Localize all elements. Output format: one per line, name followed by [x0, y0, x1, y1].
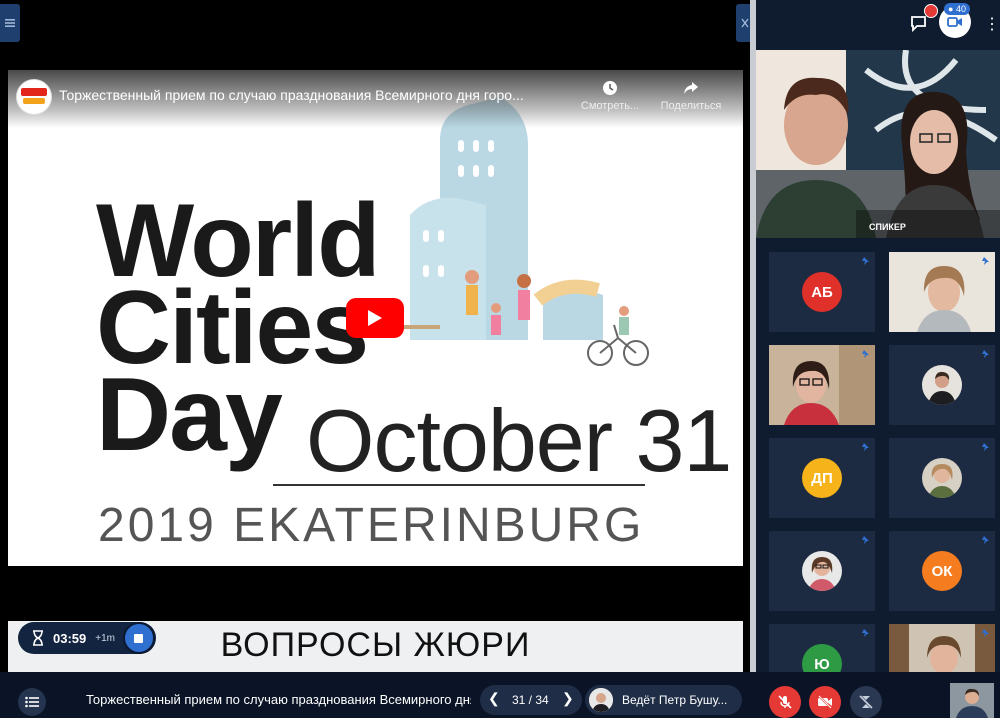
hamburger-icon: [5, 19, 15, 27]
pin-icon[interactable]: [861, 628, 871, 638]
participant-avatar: [922, 458, 962, 498]
camera-icon: [947, 17, 962, 27]
participant-tile[interactable]: Ю: [769, 624, 875, 672]
share-button[interactable]: Поделиться: [655, 80, 727, 112]
notification-dot: [924, 4, 938, 18]
hourglass-icon: [33, 630, 43, 646]
city-illustration: [400, 97, 649, 366]
participant-avatar: Ю: [802, 644, 842, 672]
participants-count: 40: [955, 4, 966, 14]
participant-tile[interactable]: [769, 531, 875, 611]
participant-tile[interactable]: [889, 438, 995, 518]
participant-avatar: [802, 551, 842, 591]
avatar-photo: [589, 688, 613, 712]
play-button[interactable]: [346, 298, 404, 338]
participant-avatar: ДП: [802, 458, 842, 498]
self-view-video: [950, 683, 994, 718]
add-minute-button[interactable]: +1m: [95, 633, 115, 644]
avatar-photo: [802, 551, 842, 591]
participant-avatar: ОК: [922, 551, 962, 591]
kebab-icon: ⋮: [984, 16, 1000, 33]
poster-divider: [273, 484, 645, 486]
pin-icon[interactable]: [861, 349, 871, 359]
participant-tile[interactable]: ДП: [769, 438, 875, 518]
previous-slide-button[interactable]: ❮: [488, 690, 500, 707]
pin-icon[interactable]: [861, 535, 871, 545]
camera-toggle[interactable]: [809, 686, 841, 718]
embedded-video-player[interactable]: World Cities Day October 31 2019 EKATERI…: [8, 70, 743, 566]
list-icon: [25, 696, 39, 708]
pin-icon[interactable]: [981, 256, 991, 266]
microphone-toggle[interactable]: [769, 686, 801, 718]
stop-icon: [134, 633, 144, 643]
participant-video: [889, 252, 995, 332]
speaker-video-tile[interactable]: [756, 50, 1000, 238]
screen-share-off-icon: [859, 695, 873, 709]
pin-icon[interactable]: [981, 349, 991, 359]
pin-icon[interactable]: [981, 442, 991, 452]
slide-counter: 31 / 34: [512, 693, 549, 707]
chevron-left-icon: ❮: [488, 690, 500, 706]
host-name: Ведёт Петр Бушу...: [622, 693, 728, 707]
participant-video: [889, 624, 995, 672]
agenda-button[interactable]: [18, 688, 46, 716]
clock-icon: [603, 81, 617, 95]
timer-value: 03:59: [53, 630, 87, 646]
participant-video: [769, 345, 875, 425]
poster-city: 2019 EKATERINBURG: [98, 499, 645, 552]
speaker-video-frame: [756, 50, 1000, 238]
poster-date: October 31: [306, 391, 732, 490]
participant-tile[interactable]: [769, 345, 875, 425]
close-icon: [741, 18, 749, 28]
share-label: Поделиться: [660, 100, 722, 112]
channel-logo[interactable]: [16, 79, 52, 115]
participant-tile[interactable]: ОК: [889, 531, 995, 611]
screen-share-toggle[interactable]: [850, 686, 882, 718]
self-view-tile[interactable]: [950, 683, 994, 718]
participant-avatar: АБ: [802, 272, 842, 312]
side-menu-toggle[interactable]: [0, 4, 20, 42]
avatar-photo: [922, 458, 962, 498]
camera-off-icon: [818, 695, 832, 709]
host-avatar: [589, 688, 613, 712]
watch-later-button[interactable]: Смотреть...: [574, 80, 646, 112]
stop-timer-button[interactable]: [122, 622, 155, 654]
event-title: Торжественный прием по случаю празднован…: [86, 692, 471, 707]
pin-icon[interactable]: [981, 535, 991, 545]
play-icon: [368, 310, 382, 326]
pin-icon[interactable]: [861, 256, 871, 266]
avatar-photo: [922, 365, 962, 405]
pin-icon[interactable]: [861, 442, 871, 452]
chevron-right-icon: ❯: [562, 690, 574, 706]
next-slide-button[interactable]: ❯: [562, 690, 574, 707]
participant-tile[interactable]: АБ: [769, 252, 875, 332]
more-options-button[interactable]: ⋮: [984, 14, 1000, 34]
watch-later-label: Смотреть...: [580, 100, 640, 112]
participant-avatar: [922, 365, 962, 405]
pin-icon[interactable]: [981, 628, 991, 638]
participant-tile[interactable]: [889, 624, 995, 672]
share-arrow-icon: [684, 82, 698, 94]
mic-off-icon: [778, 695, 792, 709]
user-icon: ●: [948, 4, 954, 14]
participants-count-badge: ● 40: [944, 3, 970, 15]
timer-widget: 03:59 +1m: [18, 622, 156, 654]
participant-tile[interactable]: [889, 345, 995, 425]
speaker-label: СПИКЕР: [869, 222, 906, 232]
participant-tile[interactable]: [889, 252, 995, 332]
video-title[interactable]: Торжественный прием по случаю празднован…: [59, 87, 579, 103]
